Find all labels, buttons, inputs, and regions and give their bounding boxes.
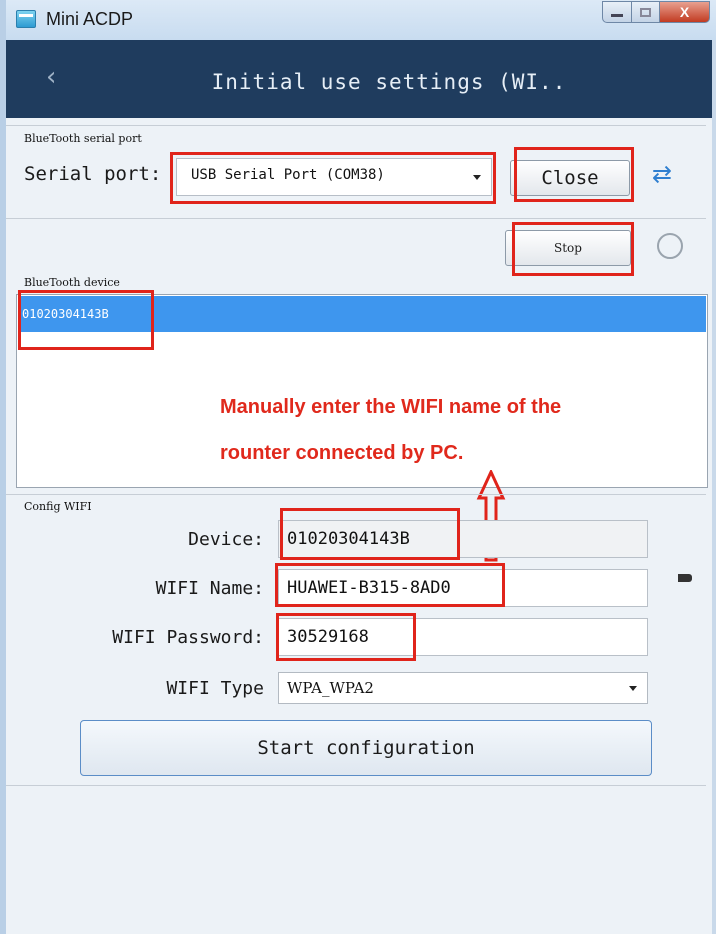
loading-spinner-icon	[657, 233, 683, 259]
serial-port-select[interactable]: USB Serial Port (COM38)	[176, 158, 492, 196]
serial-section-label: BlueTooth serial port	[24, 132, 142, 145]
serial-port-label: Serial port:	[24, 163, 162, 185]
maximize-icon	[640, 7, 651, 17]
divider	[6, 785, 706, 786]
plug-icon	[678, 574, 692, 582]
wifi-password-value: 30529168	[287, 627, 369, 647]
wifi-type-value: WPA_WPA2	[287, 679, 374, 697]
divider	[6, 494, 706, 495]
divider	[6, 125, 706, 126]
list-item[interactable]: 01020304143B	[18, 296, 706, 332]
annotation-line-1: Manually enter the WIFI name of the	[220, 396, 562, 418]
chevron-down-icon	[473, 175, 481, 180]
config-section-label: Config WIFI	[24, 500, 92, 513]
minimize-button[interactable]	[602, 1, 632, 23]
device-label: Device:	[188, 529, 264, 550]
annotation-line-2: rounter connected by PC.	[220, 442, 464, 464]
maximize-button[interactable]	[632, 1, 660, 23]
device-id: 01020304143B	[22, 307, 109, 321]
close-icon: X	[679, 4, 690, 20]
wifi-name-label: WIFI Name:	[155, 578, 264, 599]
serial-port-value: USB Serial Port (COM38)	[191, 167, 385, 183]
title-bar: Mini ACDP X	[6, 0, 716, 40]
divider	[6, 218, 706, 219]
device-field: 01020304143B	[278, 520, 648, 558]
refresh-icon[interactable]: ⇄	[652, 160, 672, 188]
device-section-label: BlueTooth device	[24, 276, 120, 289]
device-field-value: 01020304143B	[287, 529, 410, 549]
wifi-type-select[interactable]: WPA_WPA2	[278, 672, 648, 704]
stop-scan-button[interactable]: Stop	[505, 230, 631, 266]
start-configuration-button[interactable]: Start configuration	[80, 720, 652, 776]
wifi-password-label: WIFI Password:	[112, 627, 264, 648]
chevron-down-icon	[629, 686, 637, 691]
wifi-type-label: WIFI Type	[166, 678, 264, 699]
wifi-name-value: HUAWEI-B315-8AD0	[287, 578, 451, 598]
page-title: Initial use settings (WI..	[211, 70, 567, 94]
window-controls: X	[602, 1, 710, 25]
app-icon	[16, 10, 36, 28]
wifi-name-input[interactable]: HUAWEI-B315-8AD0	[278, 569, 648, 607]
window-title: Mini ACDP	[46, 9, 134, 29]
minimize-icon	[611, 13, 623, 17]
close-port-button[interactable]: Close	[510, 160, 630, 196]
window-close-button[interactable]: X	[660, 1, 710, 23]
wifi-password-input[interactable]: 30529168	[278, 618, 648, 656]
app-header: ‹ Initial use settings (WI..	[6, 40, 712, 118]
